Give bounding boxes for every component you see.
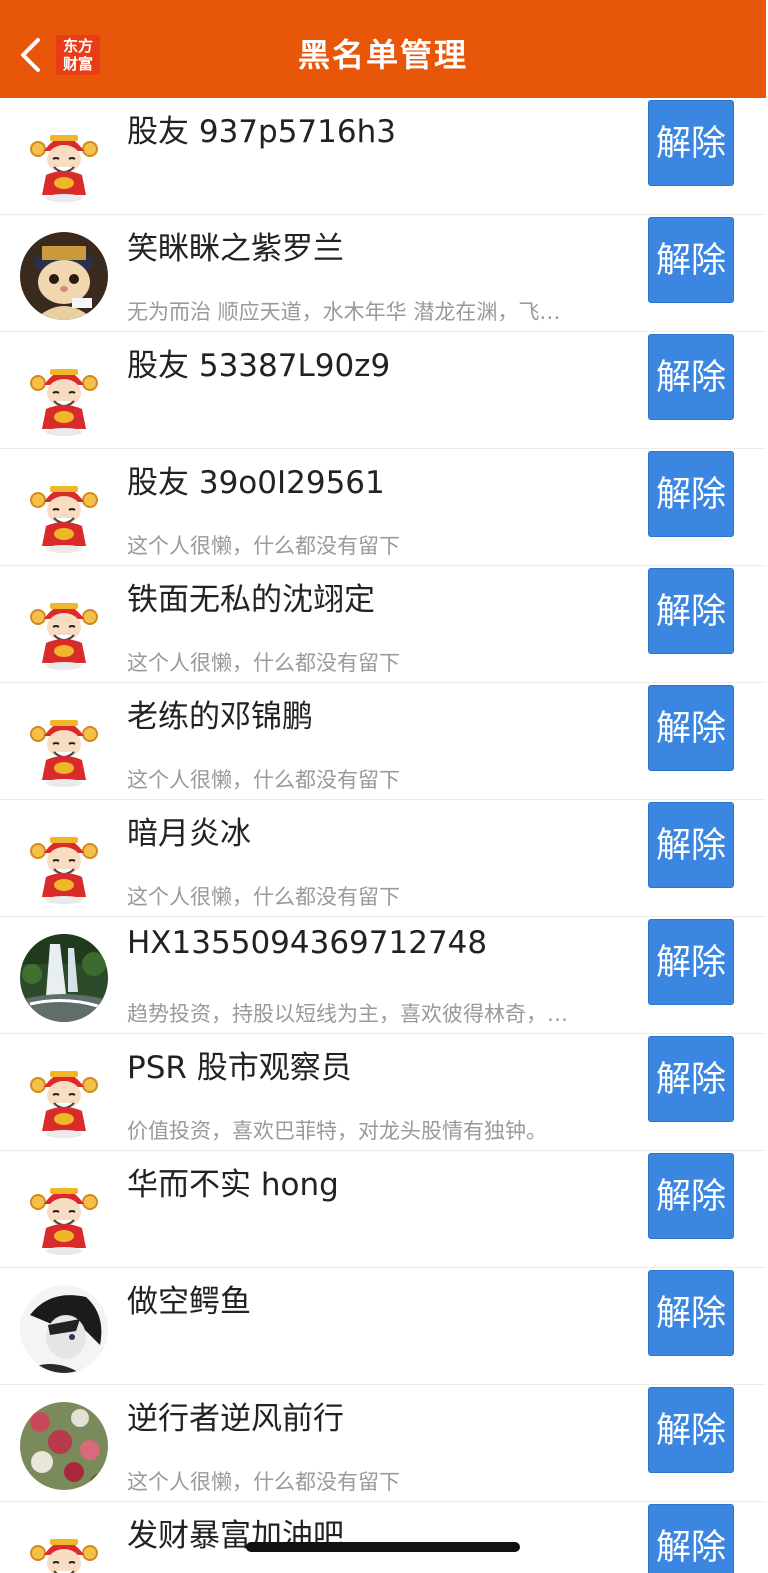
list-item[interactable]: 逆行者逆风前行这个人很懒，什么都没有留下 解除 [0, 1385, 766, 1502]
remove-from-blacklist-button[interactable]: 解除 [648, 1153, 734, 1239]
list-item[interactable]: 股友 53387L90z9 解除 [0, 332, 766, 449]
remove-from-blacklist-button[interactable]: 解除 [648, 1270, 734, 1356]
caishen-avatar[interactable] [20, 1168, 108, 1256]
user-name: 做空鳄鱼 [127, 1284, 251, 1320]
nav-bar: 东方 财富 黑名单管理 [0, 0, 766, 98]
blacklist-screen: 东方 财富 黑名单管理 股友 937p5716h3 解除 笑眯眯之紫罗兰无为而治 … [0, 0, 768, 1573]
list-item[interactable]: PSR 股市观察员价值投资，喜欢巴菲特，对龙头股情有独钟。 解除 [0, 1034, 766, 1151]
user-bio: 趋势投资，持股以短线为主，喜欢彼得林奇，… [127, 1002, 568, 1026]
anime-avatar[interactable] [20, 1285, 108, 1373]
remove-from-blacklist-button[interactable]: 解除 [648, 919, 734, 1005]
user-name: 股友 937p5716h3 [127, 114, 396, 150]
caishen-avatar[interactable] [20, 700, 108, 788]
caishen-avatar[interactable] [20, 349, 108, 437]
list-item[interactable]: 暗月炎冰这个人很懒，什么都没有留下 解除 [0, 800, 766, 917]
user-bio: 无为而治 顺应天道，水木年华 潜龙在渊，飞… [127, 300, 561, 324]
caishen-avatar[interactable] [20, 583, 108, 671]
remove-from-blacklist-button[interactable]: 解除 [648, 568, 734, 654]
user-name: 逆行者逆风前行 [127, 1401, 344, 1437]
flowers-avatar[interactable] [20, 1402, 108, 1490]
caishen-avatar[interactable] [20, 466, 108, 554]
caishen-avatar[interactable] [20, 1519, 108, 1573]
waterfall-avatar[interactable] [20, 934, 108, 1022]
user-name: 老练的邓锦鹏 [127, 699, 313, 735]
remove-from-blacklist-button[interactable]: 解除 [648, 334, 734, 420]
list-item[interactable]: 华而不实 hong 解除 [0, 1151, 766, 1268]
page-title: 黑名单管理 [297, 36, 468, 74]
user-bio: 这个人很懒，什么都没有留下 [127, 651, 400, 675]
caishen-avatar[interactable] [20, 115, 108, 203]
remove-from-blacklist-button[interactable]: 解除 [648, 1387, 734, 1473]
remove-from-blacklist-button[interactable]: 解除 [648, 1036, 734, 1122]
user-name: 股友 53387L90z9 [127, 348, 391, 384]
user-bio: 这个人很懒，什么都没有留下 [127, 885, 400, 909]
list-item[interactable]: 铁面无私的沈翊定这个人很懒，什么都没有留下 解除 [0, 566, 766, 683]
list-item[interactable]: 老练的邓锦鹏这个人很懒，什么都没有留下 解除 [0, 683, 766, 800]
list-item[interactable]: 做空鳄鱼 解除 [0, 1268, 766, 1385]
remove-from-blacklist-button[interactable]: 解除 [648, 100, 734, 186]
remove-from-blacklist-button[interactable]: 解除 [648, 1504, 734, 1573]
remove-from-blacklist-button[interactable]: 解除 [648, 217, 734, 303]
user-name: 暗月炎冰 [127, 816, 251, 852]
user-bio: 价值投资，喜欢巴菲特，对龙头股情有独钟。 [127, 1119, 547, 1143]
list-item[interactable]: 股友 39o0I29561 这个人很懒，什么都没有留下 解除 [0, 449, 766, 566]
user-name: HX1355094369712748 [127, 925, 488, 961]
user-bio: 这个人很懒，什么都没有留下 [127, 534, 400, 558]
user-name: 笑眯眯之紫罗兰 [127, 231, 344, 267]
caishen-avatar[interactable] [20, 817, 108, 905]
user-bio: 这个人很懒，什么都没有留下 [127, 1470, 400, 1494]
remove-from-blacklist-button[interactable]: 解除 [648, 685, 734, 771]
list-item[interactable]: 股友 937p5716h3 解除 [0, 98, 766, 215]
user-name: PSR 股市观察员 [127, 1050, 352, 1086]
caishen-avatar[interactable] [20, 1051, 108, 1139]
user-bio: 这个人很懒，什么都没有留下 [127, 768, 400, 792]
home-indicator[interactable] [246, 1542, 520, 1552]
remove-from-blacklist-button[interactable]: 解除 [648, 451, 734, 537]
user-name: 铁面无私的沈翊定 [127, 582, 375, 618]
cat-avatar[interactable] [20, 232, 108, 320]
user-name: 股友 39o0I29561 [127, 465, 385, 501]
remove-from-blacklist-button[interactable]: 解除 [648, 802, 734, 888]
list-item[interactable]: HX1355094369712748 趋势投资，持股以短线为主，喜欢彼得林奇，… 解… [0, 917, 766, 1034]
list-item[interactable]: 笑眯眯之紫罗兰无为而治 顺应天道，水木年华 潜龙在渊，飞… 解除 [0, 215, 766, 332]
user-name: 华而不实 hong [127, 1167, 339, 1203]
list-item[interactable]: 发财暴富加油吧 解除 [0, 1502, 766, 1573]
